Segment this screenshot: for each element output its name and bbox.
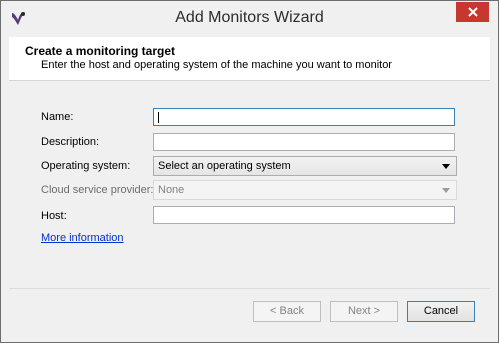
- window-title: Add Monitors Wizard: [175, 9, 324, 26]
- chevron-down-icon: [442, 164, 450, 169]
- operating-system-label: Operating system:: [41, 160, 131, 172]
- operating-system-select[interactable]: Select an operating system: [153, 156, 457, 176]
- name-input[interactable]: [153, 108, 455, 126]
- close-icon: [467, 7, 478, 17]
- cloud-provider-label: Cloud service provider:: [41, 184, 154, 196]
- wizard-window: Add Monitors Wizard Create a monitoring …: [0, 0, 499, 343]
- description-input[interactable]: [153, 133, 455, 151]
- wizard-header: Create a monitoring target Enter the hos…: [9, 37, 490, 81]
- chevron-down-icon: [442, 188, 450, 193]
- text-caret: [158, 112, 159, 123]
- close-button[interactable]: [456, 2, 489, 22]
- back-button[interactable]: < Back: [253, 301, 321, 322]
- step-title: Create a monitoring target: [25, 44, 176, 58]
- host-label: Host:: [41, 210, 67, 222]
- more-information-link[interactable]: More information: [41, 232, 124, 244]
- cloud-provider-value: None: [158, 184, 185, 196]
- cancel-button[interactable]: Cancel: [407, 301, 475, 322]
- cloud-provider-select[interactable]: None: [153, 180, 457, 200]
- name-label: Name:: [41, 111, 74, 123]
- title-bar: Add Monitors Wizard: [1, 1, 498, 37]
- next-button[interactable]: Next >: [330, 301, 398, 322]
- description-label: Description:: [41, 136, 100, 148]
- host-input[interactable]: [153, 206, 455, 224]
- operating-system-value: Select an operating system: [158, 160, 291, 172]
- step-subtitle: Enter the host and operating system of t…: [41, 59, 392, 71]
- footer-divider: [9, 288, 490, 289]
